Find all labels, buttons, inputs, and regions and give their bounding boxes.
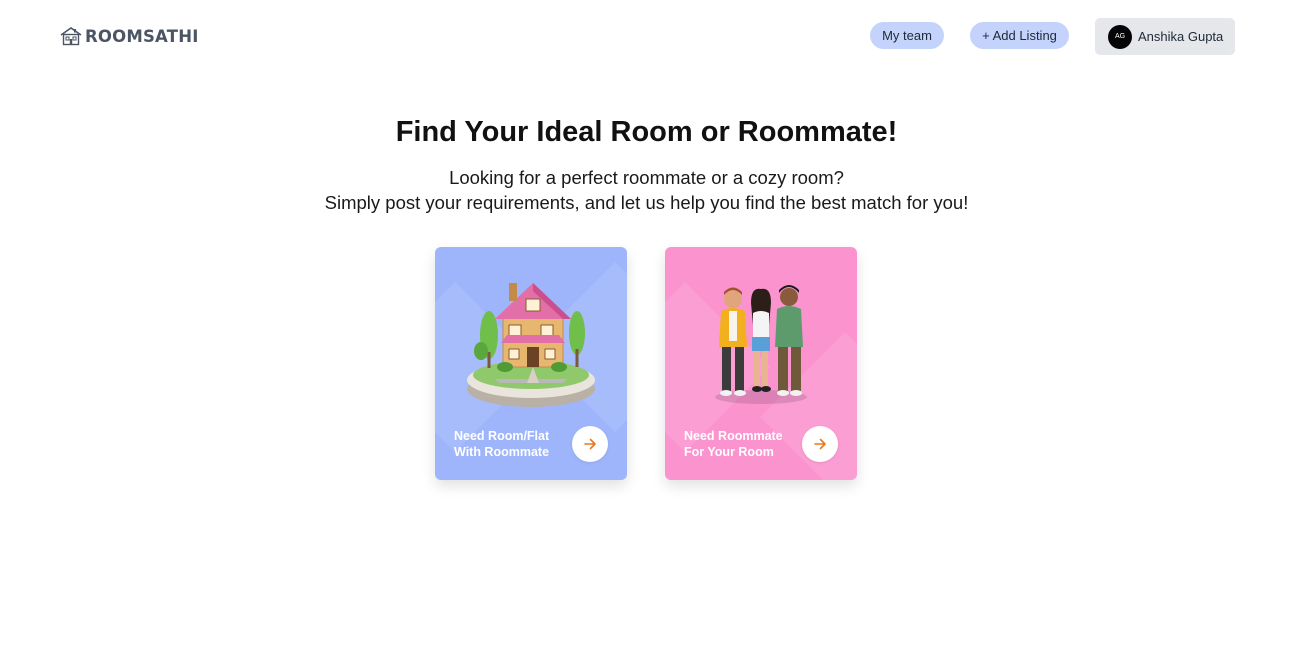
arrow-right-icon bbox=[814, 438, 826, 450]
card-title-line1: Need Room/Flat bbox=[454, 429, 550, 443]
avatar: AG bbox=[1108, 24, 1132, 49]
user-name: Anshika Gupta bbox=[1138, 29, 1224, 44]
top-navbar: ROOMSATHI My team + Add Listing AG Anshi… bbox=[0, 0, 1293, 72]
subtitle-line-1: Looking for a perfect roommate or a cozy… bbox=[449, 167, 844, 188]
people-illustration bbox=[715, 285, 807, 404]
card-title-line2: With Roommate bbox=[454, 445, 550, 459]
need-room-arrow-button[interactable] bbox=[572, 426, 608, 462]
need-room-card[interactable]: Need Room/Flat With Roommate bbox=[435, 247, 627, 480]
brand-name: ROOMSATHI bbox=[85, 26, 199, 46]
arrow-right-icon bbox=[584, 438, 596, 450]
need-roommate-arrow-button[interactable] bbox=[802, 426, 838, 462]
add-listing-button[interactable]: + Add Listing bbox=[970, 22, 1069, 49]
need-roommate-card[interactable]: Need Roommate For Your Room bbox=[665, 247, 857, 480]
house-logo-icon bbox=[60, 27, 82, 46]
my-team-button[interactable]: My team bbox=[870, 22, 944, 49]
card-title-line1: Need Roommate bbox=[684, 429, 783, 443]
brand-logo[interactable]: ROOMSATHI bbox=[60, 26, 199, 46]
card-label: Need Room/Flat With Roommate bbox=[454, 428, 574, 460]
subtitle-line-2: Simply post your requirements, and let u… bbox=[324, 192, 969, 213]
page-subtitle: Looking for a perfect roommate or a cozy… bbox=[0, 165, 1293, 215]
house-illustration bbox=[467, 283, 595, 407]
user-menu[interactable]: AG Anshika Gupta bbox=[1095, 18, 1235, 55]
card-title-line2: For Your Room bbox=[684, 445, 774, 459]
card-label: Need Roommate For Your Room bbox=[684, 428, 804, 460]
page-title: Find Your Ideal Room or Roommate! bbox=[395, 116, 898, 148]
